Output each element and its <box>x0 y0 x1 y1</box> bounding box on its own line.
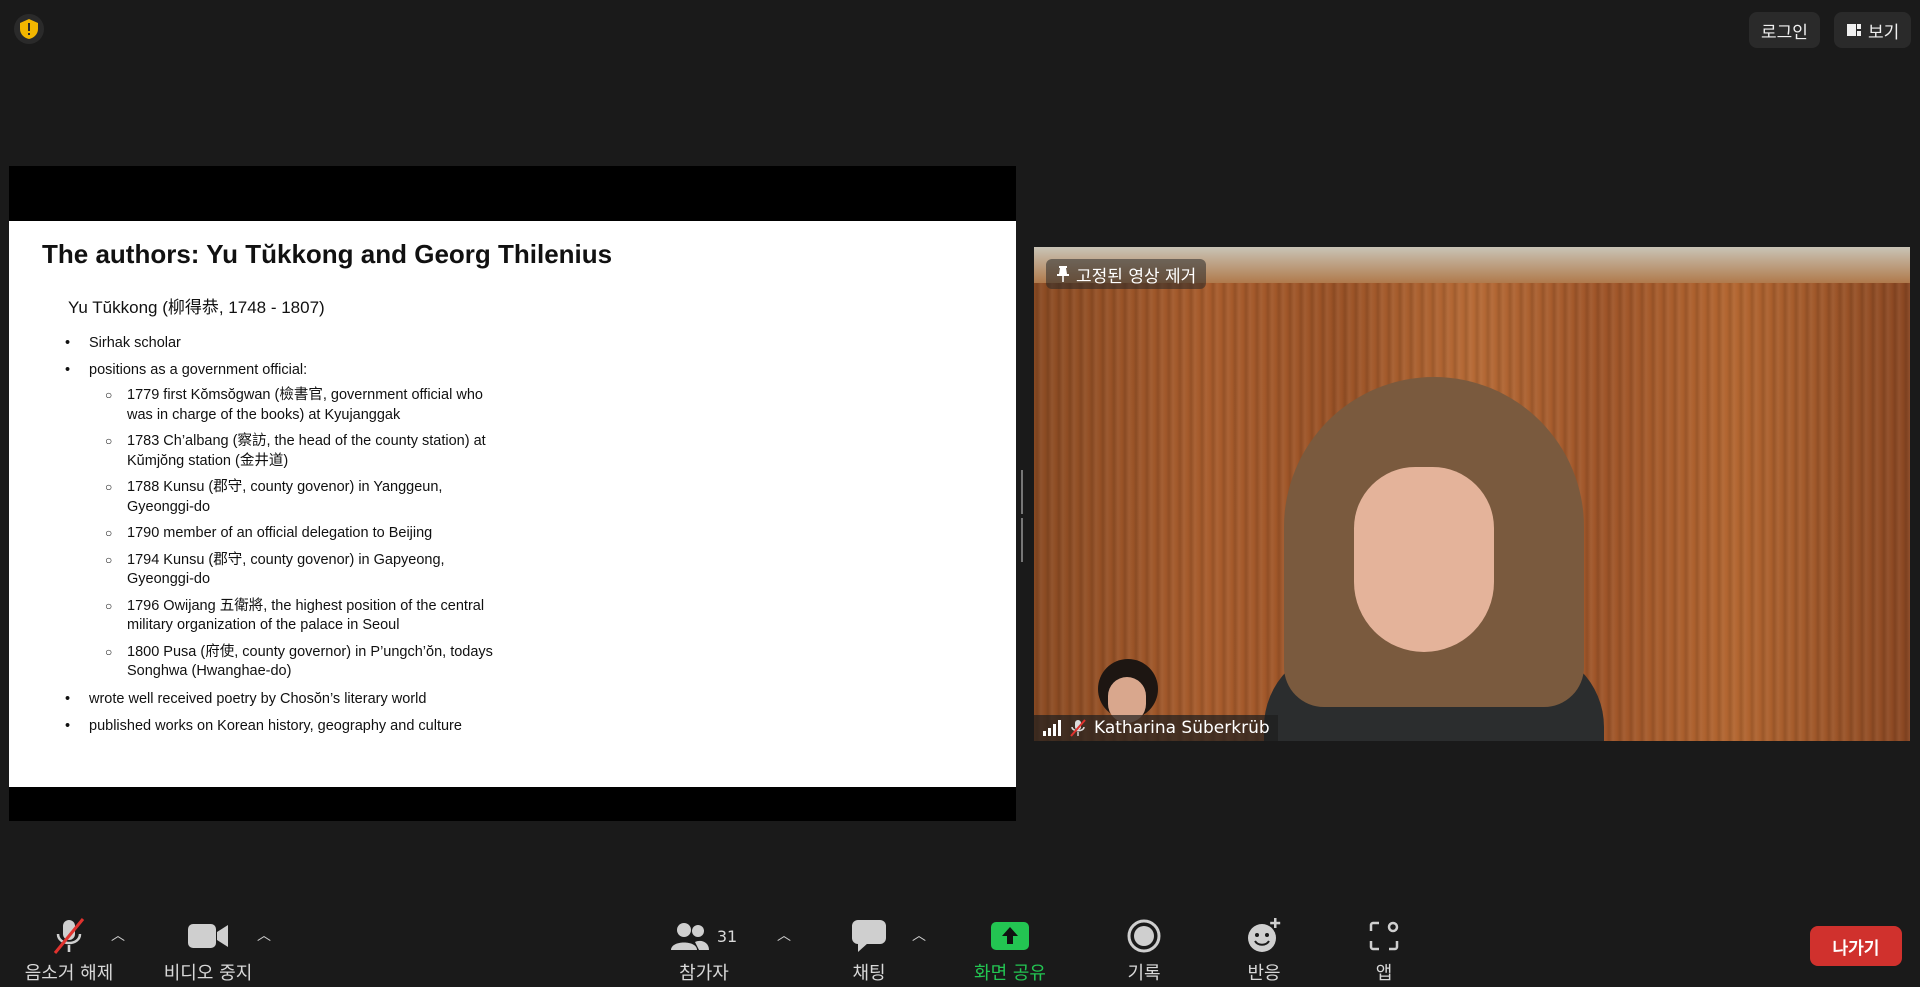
bullet-item: published works on Korean history, geogr… <box>65 717 507 736</box>
apps-label: 앱 <box>1375 963 1393 984</box>
login-label: 로그인 <box>1761 22 1808 43</box>
slide-subtitle: Yu Tŭkkong (柳得恭, 1748 - 1807) <box>68 298 325 317</box>
record-label: 기록 <box>1127 963 1161 984</box>
pin-label: 고정된 영상 제거 <box>1076 266 1197 287</box>
security-badge[interactable] <box>14 14 44 44</box>
presentation-slide: The authors: Yu Tŭkkong and Georg Thilen… <box>9 221 1016 787</box>
slide-bullets: Sirhak scholar positions as a government… <box>65 334 507 744</box>
share-screen-button[interactable]: 화면 공유 <box>955 917 1065 985</box>
sub-bullet-item: 1779 first Kŏmsŏgwan (檢書官, government of… <box>89 386 507 425</box>
bullet-item: positions as a government official: 1779… <box>65 361 507 682</box>
sub-bullet-item: 1783 Ch’albang (察訪, the head of the coun… <box>89 432 507 471</box>
record-icon <box>1127 919 1161 953</box>
video-camera-icon <box>188 924 228 948</box>
participant-video[interactable]: 고정된 영상 제거 Katharina Süberkrüb <box>1034 247 1910 741</box>
participants-icon <box>670 923 709 950</box>
sub-bullet-item: 1796 Owijang 五衛將, the highest position o… <box>89 597 507 636</box>
bullet-text: positions as a government official: <box>89 362 308 378</box>
audio-options-chevron-icon[interactable]: ︿ <box>111 925 125 945</box>
reactions-label: 반응 <box>1247 963 1281 984</box>
meeting-toolbar: 음소거 해제 ︿ 비디오 중지 ︿ 31 참가자 ︿ 채팅 ︿ 화면 공유 기록… <box>0 895 1920 987</box>
shared-screen: The authors: Yu Tŭkkong and Georg Thilen… <box>9 166 1016 821</box>
unmute-button[interactable]: 음소거 해제 <box>14 917 124 985</box>
sub-bullet-item: 1794 Kunsu (郡守, county govenor) in Gapye… <box>89 551 507 590</box>
chat-button[interactable]: 채팅 <box>814 917 924 985</box>
participants-count: 31 <box>716 926 738 946</box>
muted-mic-icon <box>53 918 85 954</box>
muted-mic-icon <box>1070 719 1086 737</box>
stop-video-button[interactable]: 비디오 중지 <box>153 917 263 985</box>
sub-bullet-item: 1800 Pusa (府使, county governor) in P’ung… <box>89 643 507 682</box>
bullet-item: Sirhak scholar <box>65 334 507 353</box>
slide-title: The authors: Yu Tŭkkong and Georg Thilen… <box>42 239 613 269</box>
login-button[interactable]: 로그인 <box>1749 12 1820 48</box>
chat-label: 채팅 <box>852 963 886 984</box>
participant-name: Katharina Süberkrüb <box>1094 718 1270 738</box>
view-layout-icon <box>1847 24 1861 36</box>
participants-button[interactable]: 31 참가자 <box>649 917 759 985</box>
sub-bullet-item: 1788 Kunsu (郡守, county govenor) in Yangg… <box>89 478 507 517</box>
remove-pin-button[interactable]: 고정된 영상 제거 <box>1046 259 1207 289</box>
pin-icon <box>1057 266 1069 282</box>
record-button[interactable]: 기록 <box>1089 917 1199 985</box>
share-screen-icon <box>991 922 1029 950</box>
apps-button[interactable]: 앱 <box>1329 917 1439 985</box>
view-label: 보기 <box>1868 22 1900 43</box>
share-screen-label: 화면 공유 <box>974 963 1046 984</box>
speaker-figure <box>1264 377 1624 741</box>
unmute-label: 음소거 해제 <box>24 963 114 984</box>
apps-icon <box>1369 921 1399 951</box>
signal-strength-icon <box>1043 720 1061 736</box>
reactions-emoji-icon <box>1248 918 1281 952</box>
chat-bubble-icon <box>852 920 886 952</box>
participants-label: 참가자 <box>679 963 729 984</box>
video-options-chevron-icon[interactable]: ︿ <box>257 925 271 945</box>
split-view-divider[interactable] <box>1021 470 1027 562</box>
bullet-item: wrote well received poetry by Chosŏn’s l… <box>65 690 507 709</box>
view-button[interactable]: 보기 <box>1834 12 1912 48</box>
reactions-button[interactable]: 반응 <box>1209 917 1319 985</box>
chat-options-chevron-icon[interactable]: ︿ <box>912 925 926 945</box>
participant-name-tag: Katharina Süberkrüb <box>1034 715 1278 741</box>
leave-meeting-button[interactable]: 나가기 <box>1810 926 1902 966</box>
sub-bullet-item: 1790 member of an official delegation to… <box>89 524 507 544</box>
sub-bullets: 1779 first Kŏmsŏgwan (檢書官, government of… <box>89 386 507 682</box>
stop-video-label: 비디오 중지 <box>163 963 253 984</box>
participants-options-chevron-icon[interactable]: ︿ <box>777 925 791 945</box>
shield-warning-icon <box>20 19 38 39</box>
